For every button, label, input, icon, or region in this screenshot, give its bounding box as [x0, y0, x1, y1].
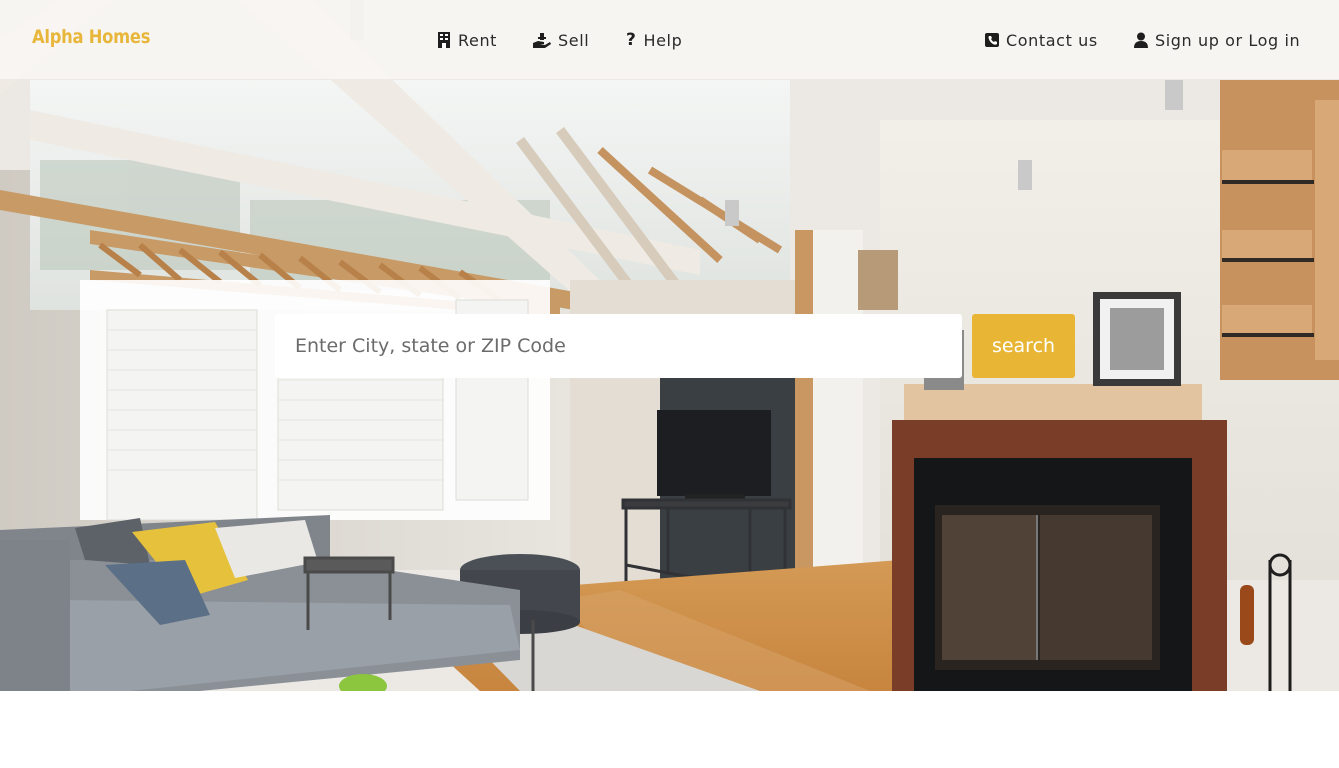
nav-help[interactable]: ? Help: [626, 29, 682, 51]
nav-contact-us[interactable]: Contact us: [985, 29, 1098, 51]
nav-rent[interactable]: Rent: [437, 29, 497, 51]
nav-contact-label: Contact us: [1006, 30, 1098, 50]
nav-rent-label: Rent: [458, 30, 498, 50]
brand-logo[interactable]: Alpha Homes: [32, 26, 150, 48]
page-content-area: [0, 691, 1339, 768]
nav-sign-in[interactable]: Sign up or Log in: [1134, 29, 1300, 51]
location-search-input[interactable]: [275, 314, 962, 378]
user-icon: [1134, 32, 1148, 48]
phone-square-icon: [985, 32, 999, 48]
nav-help-label: Help: [643, 30, 683, 50]
nav-sign-label: Sign up or Log in: [1155, 30, 1301, 50]
top-navbar: Alpha Homes Rent Sell ? Help Contact us …: [0, 0, 1339, 79]
question-icon: ?: [626, 30, 637, 50]
building-icon: [437, 32, 451, 48]
hand-holding-icon: [533, 32, 551, 48]
nav-sell-label: Sell: [558, 30, 590, 50]
nav-sell[interactable]: Sell: [533, 29, 589, 51]
search-button[interactable]: search: [972, 314, 1075, 378]
